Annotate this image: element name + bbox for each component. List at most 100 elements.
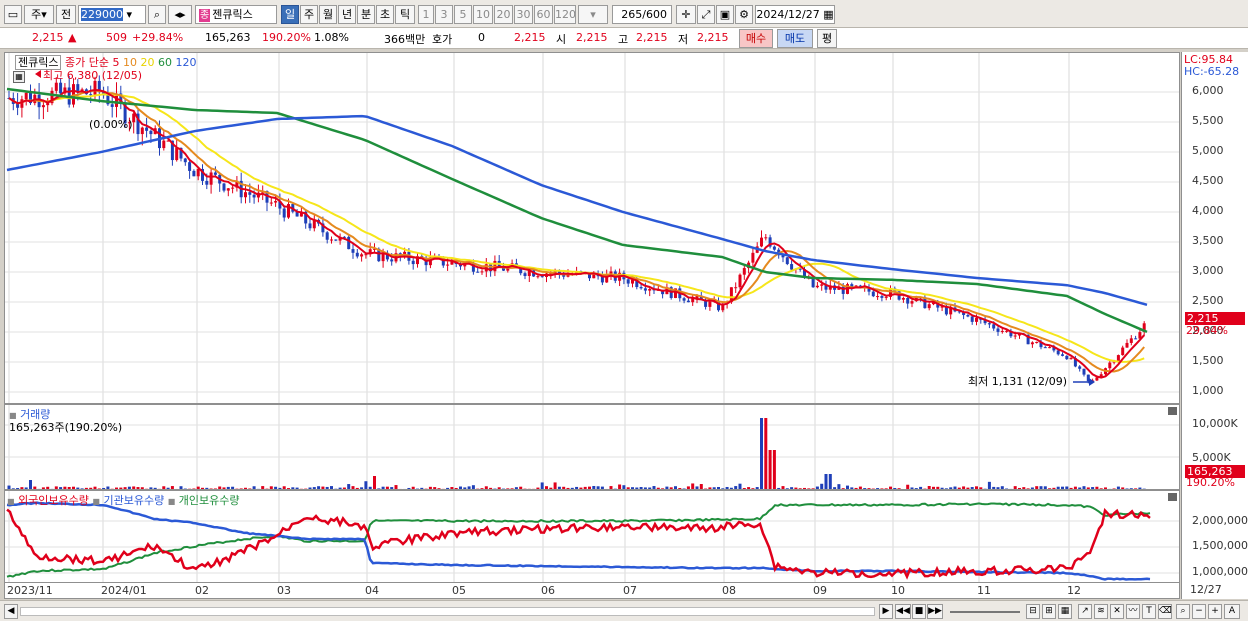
candle-body	[1121, 347, 1125, 356]
candle-body	[446, 264, 450, 266]
candle-body	[76, 84, 80, 91]
minute-120-button[interactable]: 120	[554, 5, 576, 24]
hold-tick-1m: 1,000,000	[1192, 565, 1248, 578]
low-marker: 최저 1,131 (12/09)	[968, 375, 1068, 388]
volume-chart-pane[interactable]: ■ 거래량 165,263주(190.20%)	[4, 404, 1180, 490]
minute-5-button[interactable]: 5	[454, 5, 472, 24]
average-button[interactable]: 평	[817, 29, 837, 48]
gear-icon[interactable]: ⚙	[735, 5, 753, 24]
candle-body	[175, 147, 179, 161]
candle-body	[1035, 341, 1039, 343]
layout-icon[interactable]: ▭	[4, 5, 22, 24]
grid-icon[interactable]: ▦	[1058, 604, 1072, 619]
date-field[interactable]: 2024/12/27 ▦	[755, 5, 835, 24]
price-change: 509	[106, 31, 127, 44]
candle-body	[1056, 350, 1060, 355]
price-tick: 4,000	[1192, 204, 1224, 217]
high-marker: 최고 6,380 (12/05)	[43, 69, 143, 82]
period-type-select[interactable]: 주▾	[24, 5, 54, 24]
speaker-icon[interactable]: ◂▸	[168, 5, 192, 24]
candle-body	[742, 268, 746, 275]
candle-body	[626, 279, 630, 284]
fit-icon[interactable]: ⊞	[1042, 604, 1056, 619]
volume-bar	[553, 482, 557, 489]
draw-tool-icon[interactable]: ⤢	[697, 5, 715, 24]
candle-body	[183, 158, 187, 163]
scroll-right-button[interactable]: ▶	[879, 604, 893, 619]
price-chart-pane[interactable]: 젠큐릭스 종가 단순 5 10 20 60 120 ▦ 최고 6,380 (12…	[4, 52, 1180, 404]
volume-bar	[768, 450, 772, 489]
candle-body	[1061, 354, 1064, 356]
candle-body	[996, 328, 1000, 332]
save-icon[interactable]: ▣	[716, 5, 734, 24]
data-count-field[interactable]: 265/600	[612, 5, 672, 24]
trend-line-icon[interactable]: ↗	[1078, 604, 1092, 619]
eraser-tool-icon[interactable]: ⌫	[1158, 604, 1172, 619]
table-icon[interactable]: ▦	[13, 71, 25, 83]
compare-button[interactable]: 전	[56, 5, 76, 24]
pane-close-icon[interactable]	[1168, 493, 1177, 501]
ma120-line	[6, 114, 1148, 307]
period-week-button[interactable]: 주	[300, 5, 318, 24]
zoom-slider[interactable]	[950, 611, 1020, 613]
candle-body	[244, 192, 247, 198]
volume-bar	[760, 418, 763, 489]
holdings-chart-pane[interactable]: ■ 외국인보유수량 ■ 기관보유수량 ■ 개인보유수량	[4, 490, 1180, 583]
zoom-icon[interactable]: ⊟	[1026, 604, 1040, 619]
turnover-rate: 1.08%	[314, 31, 349, 44]
rewind-button[interactable]: ◀◀	[895, 604, 911, 619]
candle-body	[876, 296, 880, 298]
plus-icon[interactable]: +	[1208, 604, 1222, 619]
minute-60-button[interactable]: 60	[534, 5, 553, 24]
cross-tool-icon[interactable]: ✕	[1110, 604, 1124, 619]
candle-body	[540, 276, 544, 278]
minus-icon[interactable]: −	[1192, 604, 1206, 619]
ma60-label: 60	[157, 56, 172, 69]
stop-button[interactable]: ■	[912, 604, 926, 619]
minute-3-button[interactable]: 3	[435, 5, 453, 24]
custom-minute-select[interactable]: ▾	[578, 5, 608, 24]
scroll-left-button[interactable]: ◀	[4, 604, 18, 619]
date-label: 07	[623, 584, 637, 597]
candle-body	[16, 103, 20, 108]
stock-name-field[interactable]: 종 젠큐릭스	[195, 5, 277, 24]
buy-button[interactable]: 매수	[739, 29, 773, 48]
date-label: 2024/01	[101, 584, 147, 597]
forward-button[interactable]: ▶▶	[927, 604, 943, 619]
stock-code-input[interactable]: 229000 ▾	[78, 5, 146, 24]
auto-scale-icon[interactable]: A	[1224, 604, 1240, 619]
candle-body	[226, 188, 230, 191]
period-tick-button[interactable]: 틱	[395, 5, 415, 24]
minute-20-button[interactable]: 20	[494, 5, 513, 24]
fib-tool-icon[interactable]: ≋	[1094, 604, 1108, 619]
candle-body	[1116, 355, 1120, 362]
pct-tag: 29.84%	[1186, 324, 1228, 337]
minute-30-button[interactable]: 30	[514, 5, 533, 24]
candle-body	[1108, 362, 1112, 369]
period-second-button[interactable]: 초	[376, 5, 394, 24]
text-tool-icon[interactable]: T	[1142, 604, 1156, 619]
stock-name: 젠큐릭스	[212, 8, 253, 21]
candle-body	[110, 104, 114, 107]
minute-10-button[interactable]: 10	[473, 5, 493, 24]
wave-tool-icon[interactable]: 〰	[1126, 604, 1140, 619]
hold-tick-1.5m: 1,500,000	[1192, 539, 1248, 552]
minute-1-button[interactable]: 1	[418, 5, 434, 24]
candle-body	[162, 140, 166, 149]
date-label: 02	[195, 584, 209, 597]
period-minute-button[interactable]: 분	[357, 5, 375, 24]
sell-button[interactable]: 매도	[777, 29, 813, 48]
search-icon[interactable]: ⌕	[148, 5, 166, 24]
candle-body	[987, 323, 991, 325]
pane-close-icon[interactable]	[1168, 407, 1177, 415]
crosshair-icon[interactable]: ✛	[676, 5, 696, 24]
period-month-button[interactable]: 월	[319, 5, 337, 24]
magnify-icon[interactable]: ⌕	[1176, 604, 1190, 619]
candle-body	[523, 273, 527, 277]
candle-body	[351, 249, 355, 253]
period-day-button[interactable]: 일	[281, 5, 299, 24]
period-year-button[interactable]: 년	[338, 5, 356, 24]
scroll-track[interactable]	[20, 607, 875, 616]
date-value: 2024/12/27	[756, 8, 820, 21]
institution-label: 기관보유수량	[103, 494, 165, 507]
